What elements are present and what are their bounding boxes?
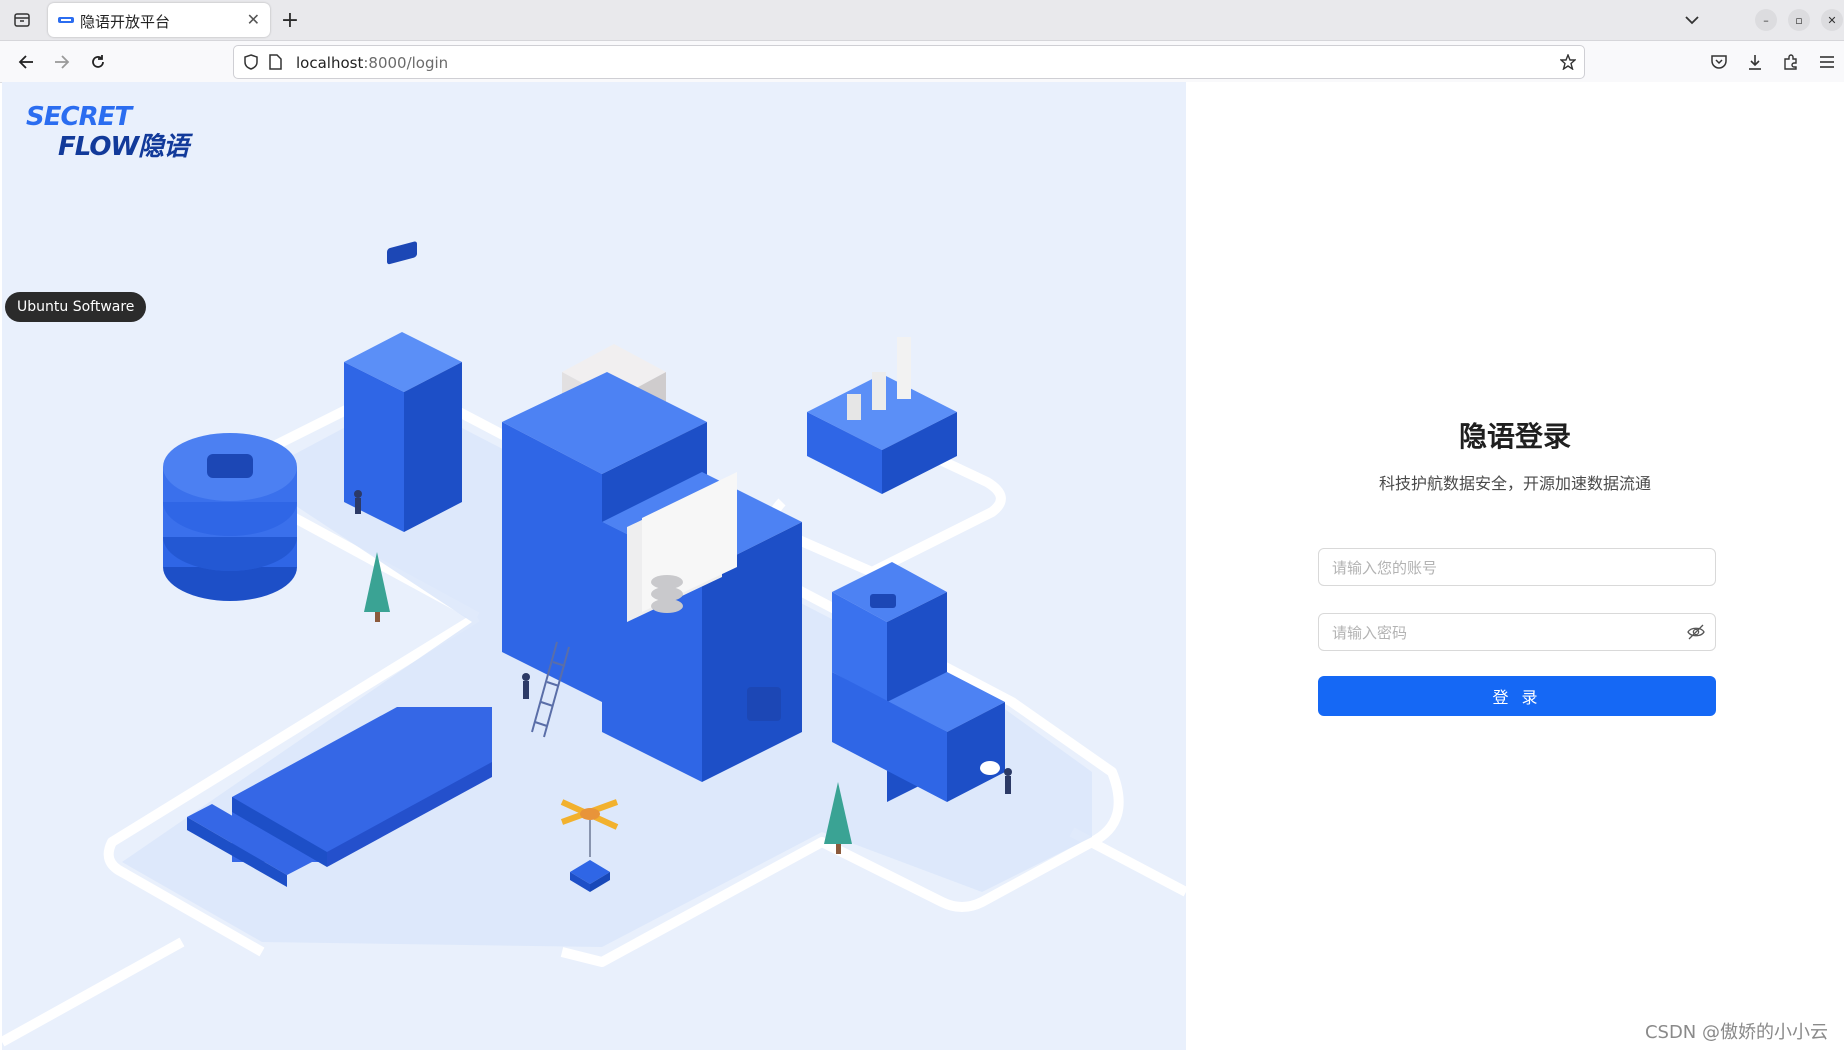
illustration-panel: SECRET FLOW隐语 Ubuntu Software xyxy=(2,82,1186,1050)
url-path: :8000/login xyxy=(363,54,449,72)
login-button[interactable]: 登 录 xyxy=(1318,676,1716,716)
url-host: localhost xyxy=(296,54,364,72)
eye-invisible-icon[interactable] xyxy=(1687,624,1705,640)
reload-icon[interactable] xyxy=(86,50,110,74)
login-page: SECRET FLOW隐语 Ubuntu Software 隐语登录 科技护航数… xyxy=(0,82,1844,1050)
password-input[interactable] xyxy=(1330,614,1694,652)
pocket-icon[interactable] xyxy=(1708,51,1730,73)
secretflow-logo: SECRET FLOW隐语 xyxy=(26,102,191,162)
password-field[interactable] xyxy=(1318,613,1716,652)
login-panel: 隐语登录 科技护航数据安全，开源加速数据流通 登 录 xyxy=(1186,82,1844,1050)
server-tower xyxy=(344,241,462,532)
url-text[interactable]: localhost:8000/login xyxy=(296,54,448,72)
address-bar[interactable]: localhost:8000/login xyxy=(233,45,1585,79)
shield-icon[interactable] xyxy=(242,53,260,71)
isometric-illustration xyxy=(2,241,1186,1047)
extensions-icon[interactable] xyxy=(1780,51,1802,73)
minimize-icon[interactable]: – xyxy=(1755,9,1777,31)
logo-text-line2: FLOW隐语 xyxy=(58,132,189,162)
new-tab-icon[interactable]: + xyxy=(278,8,302,33)
restore-icon[interactable]: ▫ xyxy=(1788,9,1810,31)
tab-close-icon[interactable]: ✕ xyxy=(247,10,260,29)
tab-bar: 隐语开放平台 ✕ + – ▫ ✕ xyxy=(0,0,1844,41)
list-all-tabs-icon[interactable] xyxy=(1680,8,1704,32)
chart-block xyxy=(807,337,957,494)
downloads-icon[interactable] xyxy=(1744,51,1766,73)
nav-bar: localhost:8000/login xyxy=(0,41,1844,83)
close-window-icon[interactable]: ✕ xyxy=(1821,9,1843,31)
database-stack xyxy=(163,433,297,601)
favicon-icon xyxy=(58,17,74,23)
bookmark-star-icon[interactable] xyxy=(1558,52,1578,72)
tab-title: 隐语开放平台 xyxy=(80,13,171,31)
forward-icon[interactable] xyxy=(50,50,74,74)
page-info-icon[interactable] xyxy=(266,53,284,71)
username-input[interactable] xyxy=(1330,549,1694,587)
login-subtitle: 科技护航数据安全，开源加速数据流通 xyxy=(1378,474,1651,493)
dock-tooltip: Ubuntu Software xyxy=(5,292,147,322)
login-title: 隐语登录 xyxy=(1458,420,1571,453)
back-icon[interactable] xyxy=(14,50,38,74)
browser-tab-active[interactable]: 隐语开放平台 ✕ xyxy=(48,3,270,37)
menu-icon[interactable] xyxy=(1816,51,1838,73)
tab-overview-icon[interactable] xyxy=(10,8,34,32)
username-field[interactable] xyxy=(1318,548,1716,587)
csdn-watermark: CSDN @傲娇的小小云 xyxy=(1644,1022,1828,1043)
